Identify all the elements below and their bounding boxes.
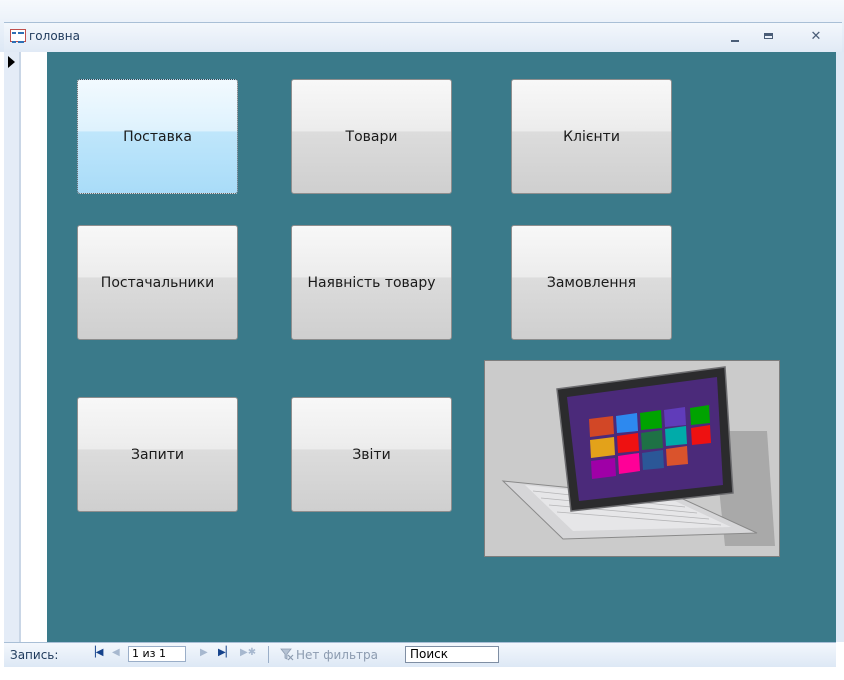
title-frame — [4, 22, 842, 55]
window-bottom-frame — [0, 667, 844, 680]
first-record-icon[interactable]: ▕◀ — [88, 647, 103, 658]
current-record-arrow-icon — [8, 56, 15, 68]
previous-record-icon: ◀ — [112, 647, 120, 658]
filter-icon — [280, 648, 294, 661]
zvity-button[interactable]: Звіти — [291, 397, 452, 512]
tovary-button[interactable]: Товари — [291, 79, 452, 194]
klienty-button[interactable]: Клієнти — [511, 79, 672, 194]
last-record-icon[interactable]: ▶▏ — [218, 647, 233, 658]
record-label: Запись: — [10, 648, 59, 662]
form-left-margin — [21, 52, 47, 642]
next-record-icon: ▶ — [200, 647, 208, 658]
filter-status[interactable]: Нет фильтра — [296, 648, 378, 662]
postavka-button[interactable]: Поставка — [77, 79, 238, 194]
zamovlennya-button[interactable]: Замовлення — [511, 225, 672, 340]
close-icon[interactable]: ✕ — [803, 28, 829, 46]
navbar-separator — [268, 646, 269, 663]
minimize-icon[interactable] — [722, 28, 748, 46]
new-record-icon: ▶✱ — [240, 647, 257, 658]
current-record-field[interactable]: 1 из 1 — [128, 646, 186, 662]
search-input[interactable]: Поиск — [405, 646, 499, 663]
record-selector-bar[interactable] — [4, 52, 20, 642]
form-icon — [10, 29, 26, 43]
zapyty-button[interactable]: Запити — [77, 397, 238, 512]
access-form-window: головна ✕ Поставка Товари Клієнти Постач… — [0, 0, 844, 680]
window-title: головна — [29, 29, 80, 43]
postachalnyky-button[interactable]: Постачальники — [77, 225, 238, 340]
laptop-illustration — [485, 361, 779, 556]
window-right-frame — [836, 52, 844, 642]
nayavnist-tovaru-button[interactable]: Наявність товару — [291, 225, 452, 340]
laptop-picture — [484, 360, 780, 557]
maximize-icon[interactable] — [756, 28, 782, 46]
record-navigation-bar: Запись: ▕◀ ◀ 1 из 1 ▶ ▶▏ ▶✱ Нет фильтра … — [4, 642, 836, 668]
